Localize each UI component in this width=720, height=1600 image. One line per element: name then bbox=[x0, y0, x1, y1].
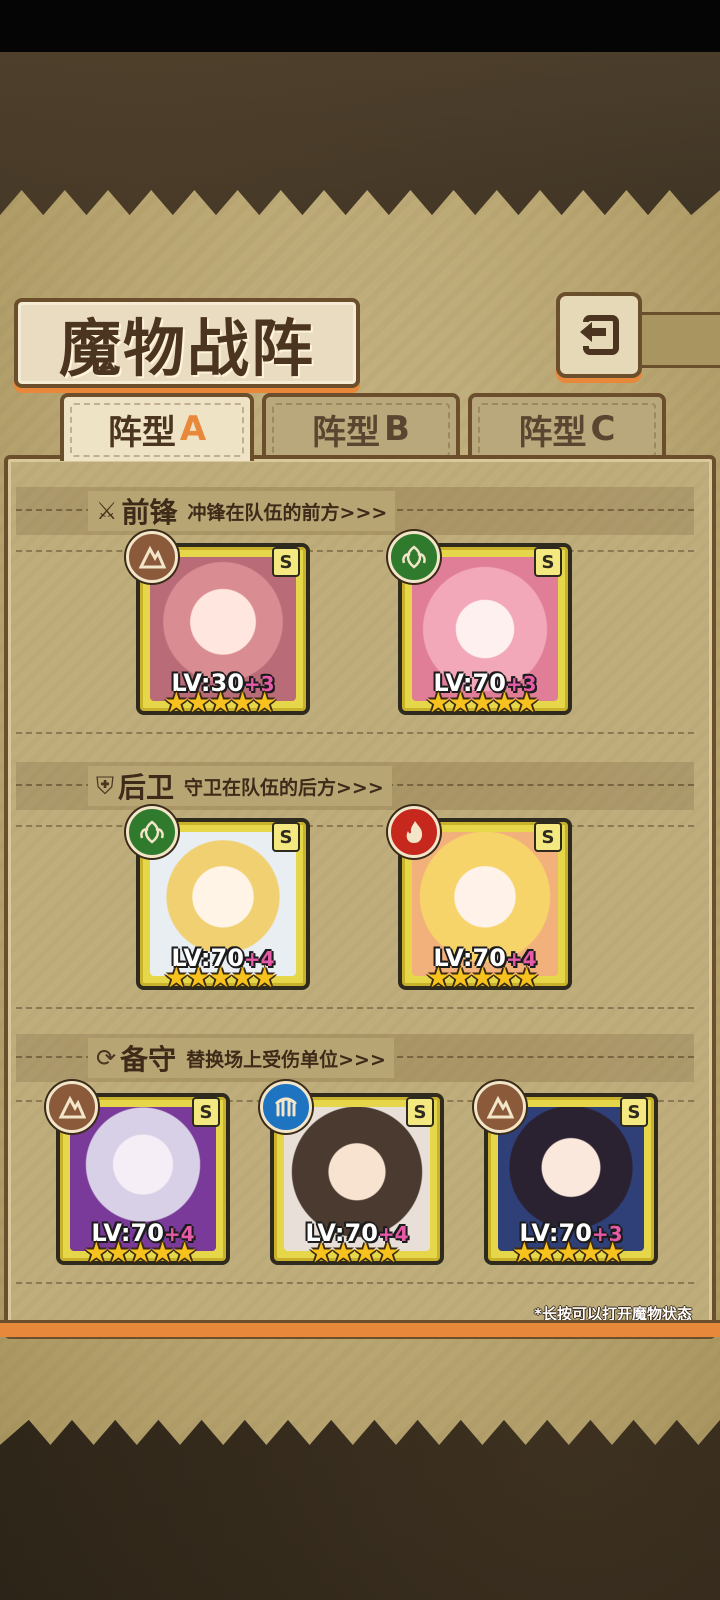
tab-letter: B bbox=[384, 409, 410, 449]
earth-element-icon bbox=[474, 1081, 526, 1133]
earth-element-icon bbox=[46, 1081, 98, 1133]
status-bar bbox=[0, 0, 720, 52]
grade-badge: S bbox=[272, 822, 300, 852]
grade-badge: S bbox=[534, 547, 562, 577]
tab-formation-c[interactable]: 阵型 C bbox=[468, 393, 666, 461]
star-rating: ★★★★★ bbox=[425, 686, 540, 719]
star-rating: ★★★★★ bbox=[83, 1236, 198, 1269]
star-rating: ★★★★★ bbox=[511, 1236, 626, 1269]
earth-element-icon bbox=[126, 531, 178, 583]
section-rearguard-header: ⛨ 后卫 守卫在队伍的后方>>> bbox=[16, 762, 694, 810]
monster-card-vanguard-2[interactable]: S LV:70+3 ★★★★★ bbox=[388, 531, 572, 719]
tab-formation-a[interactable]: 阵型 A bbox=[60, 393, 254, 461]
section-reserve-label: ⟳ 备守 替换场上受伤单位>>> bbox=[88, 1038, 394, 1078]
sword-icon: ⚔ bbox=[96, 497, 118, 525]
panel-bottom-edge bbox=[0, 1320, 720, 1337]
section-desc: 替换场上受伤单位>>> bbox=[186, 1048, 386, 1071]
monster-card-reserve-2[interactable]: S LV:70+4 ★★★★ bbox=[260, 1081, 444, 1269]
section-reserve-header: ⟳ 备守 替换场上受伤单位>>> bbox=[16, 1034, 694, 1082]
rearguard-row bbox=[16, 825, 694, 1009]
back-button[interactable] bbox=[556, 292, 642, 378]
fire-element-icon bbox=[388, 806, 440, 858]
grade-badge: S bbox=[272, 547, 300, 577]
section-vanguard-label: ⚔ 前锋 冲锋在队伍的前方>>> bbox=[88, 491, 396, 531]
page-title-plate: 魔物战阵 bbox=[14, 298, 360, 388]
star-rating: ★★★★★ bbox=[163, 961, 278, 994]
back-strip bbox=[632, 312, 720, 368]
grade-badge: S bbox=[192, 1097, 220, 1127]
water-element-icon bbox=[260, 1081, 312, 1133]
section-title: 前锋 bbox=[121, 496, 178, 529]
back-arrow-icon bbox=[576, 315, 619, 355]
monster-card-vanguard-1[interactable]: S LV:30+3 ★★★★★ bbox=[126, 531, 310, 719]
formation-tabs: 阵型 A 阵型 B 阵型 C bbox=[12, 393, 712, 463]
grade-badge: S bbox=[620, 1097, 648, 1127]
leaf-element-icon bbox=[388, 531, 440, 583]
monster-card-reserve-3[interactable]: S LV:70+3 ★★★★★ bbox=[474, 1081, 658, 1269]
grade-badge: S bbox=[534, 822, 562, 852]
monster-card-reserve-1[interactable]: S LV:70+4 ★★★★★ bbox=[46, 1081, 230, 1269]
shield-icon: ⛨ bbox=[96, 772, 114, 800]
tab-label: 阵型 bbox=[312, 412, 381, 453]
section-rearguard-label: ⛨ 后卫 守卫在队伍的后方>>> bbox=[88, 766, 392, 806]
tab-letter: C bbox=[590, 409, 616, 449]
monster-card-rearguard-1[interactable]: S LV:70+4 ★★★★★ bbox=[126, 806, 310, 994]
section-vanguard-header: ⚔ 前锋 冲锋在队伍的前方>>> bbox=[16, 487, 694, 535]
vanguard-row bbox=[16, 550, 694, 734]
tab-label: 阵型 bbox=[518, 412, 587, 453]
leaf-element-icon bbox=[126, 806, 178, 858]
section-desc: 冲锋在队伍的前方>>> bbox=[187, 501, 388, 524]
monster-card-rearguard-2[interactable]: S LV:70+4 ★★★★★ bbox=[388, 806, 572, 994]
star-rating: ★★★★ bbox=[308, 1236, 400, 1269]
grade-badge: S bbox=[406, 1097, 434, 1127]
section-title: 备守 bbox=[120, 1043, 177, 1076]
section-desc: 守卫在队伍的后方>>> bbox=[184, 776, 384, 799]
section-title: 后卫 bbox=[118, 771, 175, 804]
tab-letter: A bbox=[179, 409, 207, 449]
tab-formation-b[interactable]: 阵型 B bbox=[262, 393, 460, 461]
star-rating: ★★★★★ bbox=[425, 961, 540, 994]
swap-icon: ⟳ bbox=[96, 1044, 117, 1072]
tab-label: 阵型 bbox=[107, 412, 176, 453]
page-title: 魔物战阵 bbox=[58, 312, 315, 385]
star-rating: ★★★★★ bbox=[163, 686, 278, 719]
